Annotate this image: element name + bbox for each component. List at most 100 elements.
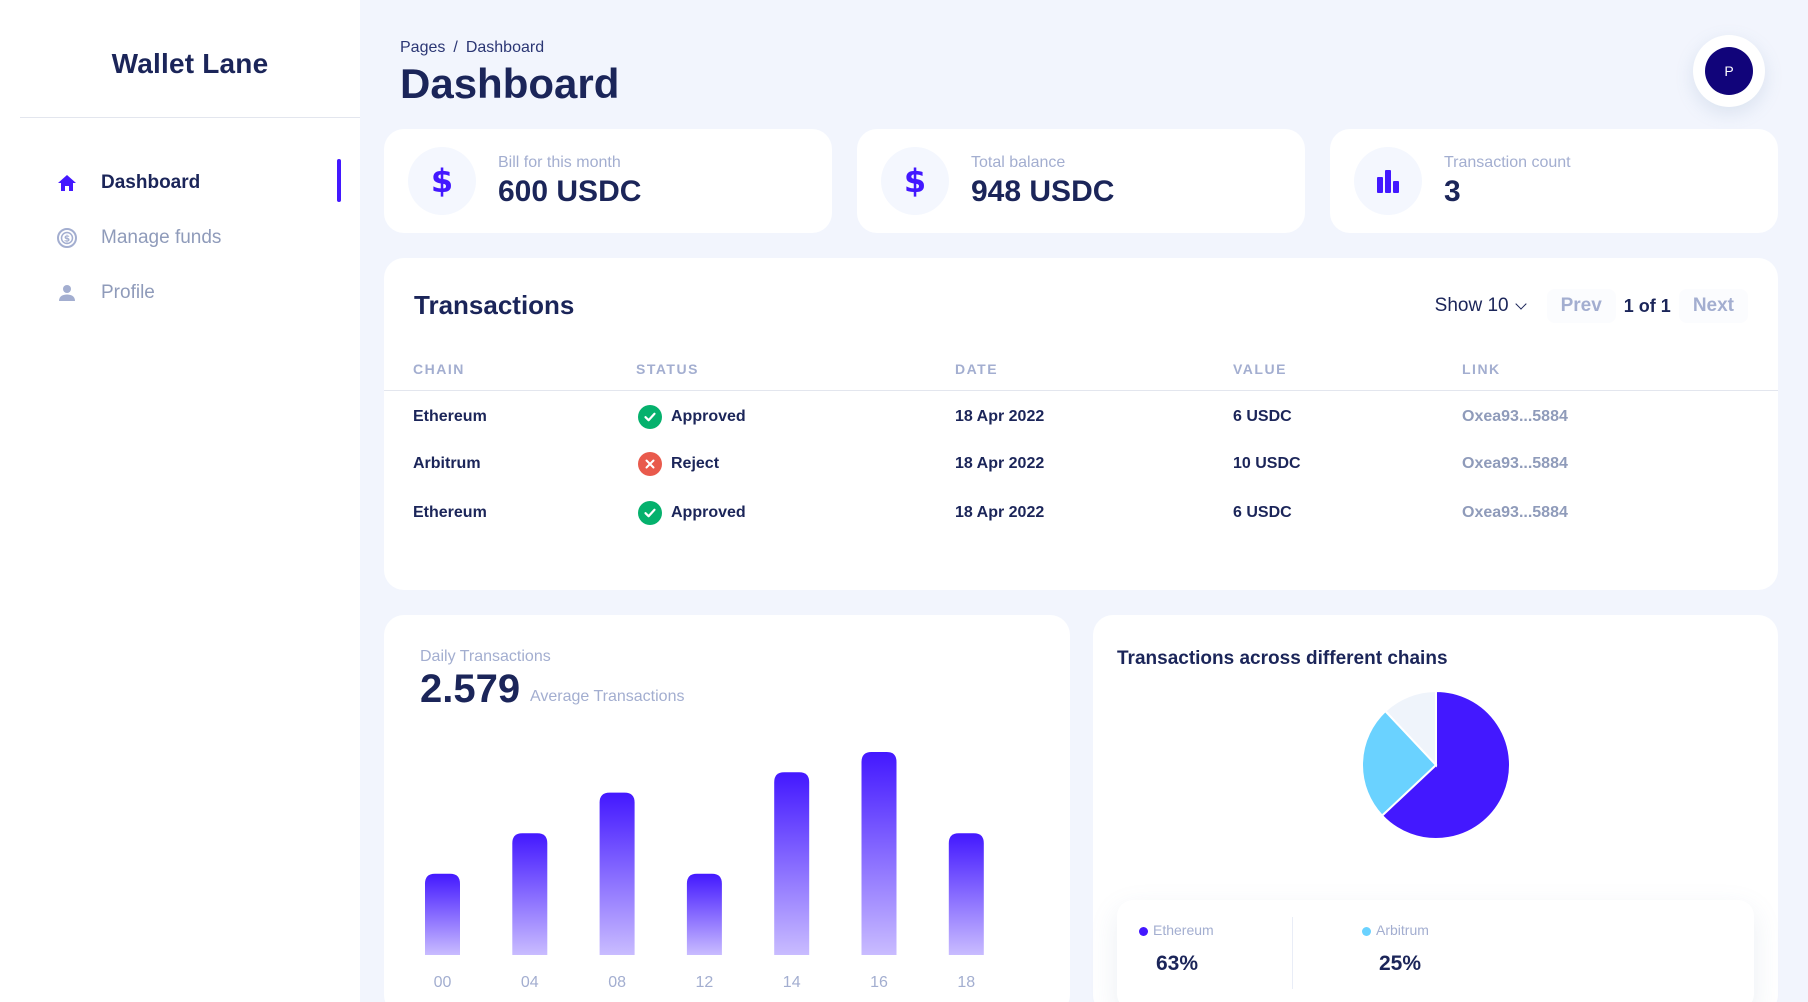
pagination-controls: Show 10 Prev 1 of 1 Next [1435, 288, 1748, 324]
table-row[interactable]: Ethereum Approved 18 Apr 2022 6 USDC Oxe… [384, 390, 1778, 439]
bar-14[interactable] [774, 772, 810, 955]
daily-transactions-card: Daily Transactions 2.579 Average Transac… [384, 615, 1070, 1002]
column-header-value[interactable]: VALUE [1233, 348, 1462, 391]
check-circle-icon [638, 404, 662, 429]
sidebar-item-dashboard[interactable]: Dashboard [0, 155, 360, 210]
cell-value: 10 USDC [1233, 454, 1301, 472]
breadcrumb-current: Dashboard [465, 39, 545, 56]
legend-dot [1362, 926, 1371, 936]
legend-name: Ethereum [1153, 922, 1214, 938]
status-label: Approved [671, 407, 746, 425]
sidebar-item-manage-funds[interactable]: $ Manage funds [0, 210, 360, 265]
page-size-label: Show 10 [1434, 295, 1509, 316]
daily-bar-chart: 00 04 08 12 14 16 18 [425, 752, 984, 991]
home-icon [56, 172, 78, 194]
stat-card-balance: $ Total balance 948 USDC [857, 129, 1305, 233]
brand-logo: Wallet Lane [20, 0, 360, 118]
sidebar-item-label: Profile [101, 281, 155, 303]
transactions-table: CHAIN STATUS DATE VALUE LINK Ethereum Ap… [384, 348, 1778, 537]
chains-pie-chart [1361, 689, 1511, 840]
cell-link[interactable]: Oxea93...5884 [1462, 488, 1778, 537]
dollar-circle-icon: $ [56, 227, 78, 249]
bar-04[interactable] [512, 833, 548, 955]
cell-value: 6 USDC [1233, 407, 1292, 425]
status-label: Reject [671, 454, 720, 472]
page-info: 1 of 1 [1623, 295, 1671, 316]
x-tick-label: 00 [434, 974, 452, 991]
avatar-button[interactable]: P [1693, 35, 1765, 107]
page-size-select[interactable]: Show 10 [1434, 295, 1527, 317]
chevron-down-icon [1514, 298, 1527, 310]
bar-00[interactable] [425, 873, 460, 955]
transactions-card: Transactions Show 10 Prev 1 of 1 Next CH… [384, 258, 1778, 590]
cell-chain: Arbitrum [413, 454, 481, 472]
sidebar-item-label: Manage funds [101, 226, 222, 248]
legend-dot [1139, 926, 1148, 936]
status-label: Approved [671, 503, 746, 521]
cell-chain: Ethereum [413, 407, 487, 425]
svg-text:$: $ [904, 164, 926, 198]
legend-divider [1292, 917, 1293, 989]
legend-value: 63% [1156, 952, 1199, 975]
stat-card-bill: $ Bill for this month 600 USDC [384, 129, 832, 233]
bar-08[interactable] [599, 792, 635, 955]
legend-item-arbitrum: Arbitrum 25% [1362, 922, 1429, 976]
x-tick-label: 12 [696, 974, 714, 991]
stat-label: Total balance [971, 153, 1066, 171]
breadcrumb-separator: / [453, 39, 458, 56]
page-title: Dashboard [400, 60, 620, 107]
sidebar-item-label: Dashboard [101, 171, 201, 193]
sidebar: Wallet Lane Dashboard $ Manage funds Pro… [0, 0, 360, 1002]
person-icon [56, 282, 78, 304]
cell-status: Approved [636, 488, 955, 537]
cell-date: 18 Apr 2022 [955, 454, 1045, 472]
table-row[interactable]: Ethereum Approved 18 Apr 2022 6 USDC Oxe… [384, 488, 1778, 537]
table-row[interactable]: Arbitrum Reject 18 Apr 2022 10 USDC Oxea… [384, 439, 1778, 488]
cell-value: 6 USDC [1233, 503, 1292, 521]
check-circle-icon [638, 500, 662, 525]
cell-status: Reject [636, 439, 955, 488]
sidebar-nav: Dashboard $ Manage funds Profile [0, 155, 360, 320]
bar-18[interactable] [948, 833, 984, 955]
legend-value: 25% [1379, 952, 1422, 975]
x-tick-label: 18 [957, 974, 975, 991]
x-tick-label: 04 [521, 974, 539, 991]
bar-16[interactable] [861, 752, 897, 955]
avatar: P [1705, 47, 1753, 95]
x-tick-label: 16 [870, 974, 888, 991]
transactions-title: Transactions [414, 290, 575, 320]
stat-value: 3 [1444, 174, 1461, 208]
column-header-link[interactable]: LINK [1462, 348, 1778, 391]
dollar-icon: $ [881, 147, 949, 215]
brand-name: Wallet Lane [111, 47, 269, 79]
next-page-button[interactable]: Next [1678, 289, 1748, 323]
cell-date: 18 Apr 2022 [955, 407, 1045, 425]
sidebar-item-profile[interactable]: Profile [0, 265, 360, 320]
breadcrumb-root[interactable]: Pages [400, 39, 445, 56]
stat-label: Bill for this month [498, 153, 621, 171]
table-header-row: CHAIN STATUS DATE VALUE LINK [384, 348, 1778, 391]
bar-chart-icon [1354, 147, 1422, 215]
column-header-chain[interactable]: CHAIN [384, 348, 636, 391]
dollar-icon: $ [408, 147, 476, 215]
breadcrumb: Pages / Dashboard [400, 39, 544, 57]
cell-chain: Ethereum [413, 503, 487, 521]
svg-text:$: $ [64, 234, 70, 244]
svg-text:$: $ [431, 164, 453, 198]
cell-link[interactable]: Oxea93...5884 [1462, 390, 1778, 439]
chains-pie-card: Transactions across different chains Eth… [1093, 615, 1778, 1002]
stat-label: Transaction count [1444, 153, 1571, 171]
bar-12[interactable] [686, 873, 722, 955]
stat-value: 948 USDC [971, 174, 1115, 208]
legend-name: Arbitrum [1376, 922, 1429, 938]
column-header-date[interactable]: DATE [955, 348, 1233, 391]
legend-item-ethereum: Ethereum 63% [1139, 922, 1214, 976]
column-header-status[interactable]: STATUS [636, 348, 955, 391]
prev-page-button[interactable]: Prev [1546, 289, 1616, 323]
x-circle-icon [638, 451, 662, 476]
cell-status: Approved [636, 390, 955, 439]
stat-value: 600 USDC [498, 174, 642, 208]
cell-date: 18 Apr 2022 [955, 503, 1045, 521]
x-tick-label: 14 [783, 974, 801, 991]
cell-link[interactable]: Oxea93...5884 [1462, 439, 1778, 488]
